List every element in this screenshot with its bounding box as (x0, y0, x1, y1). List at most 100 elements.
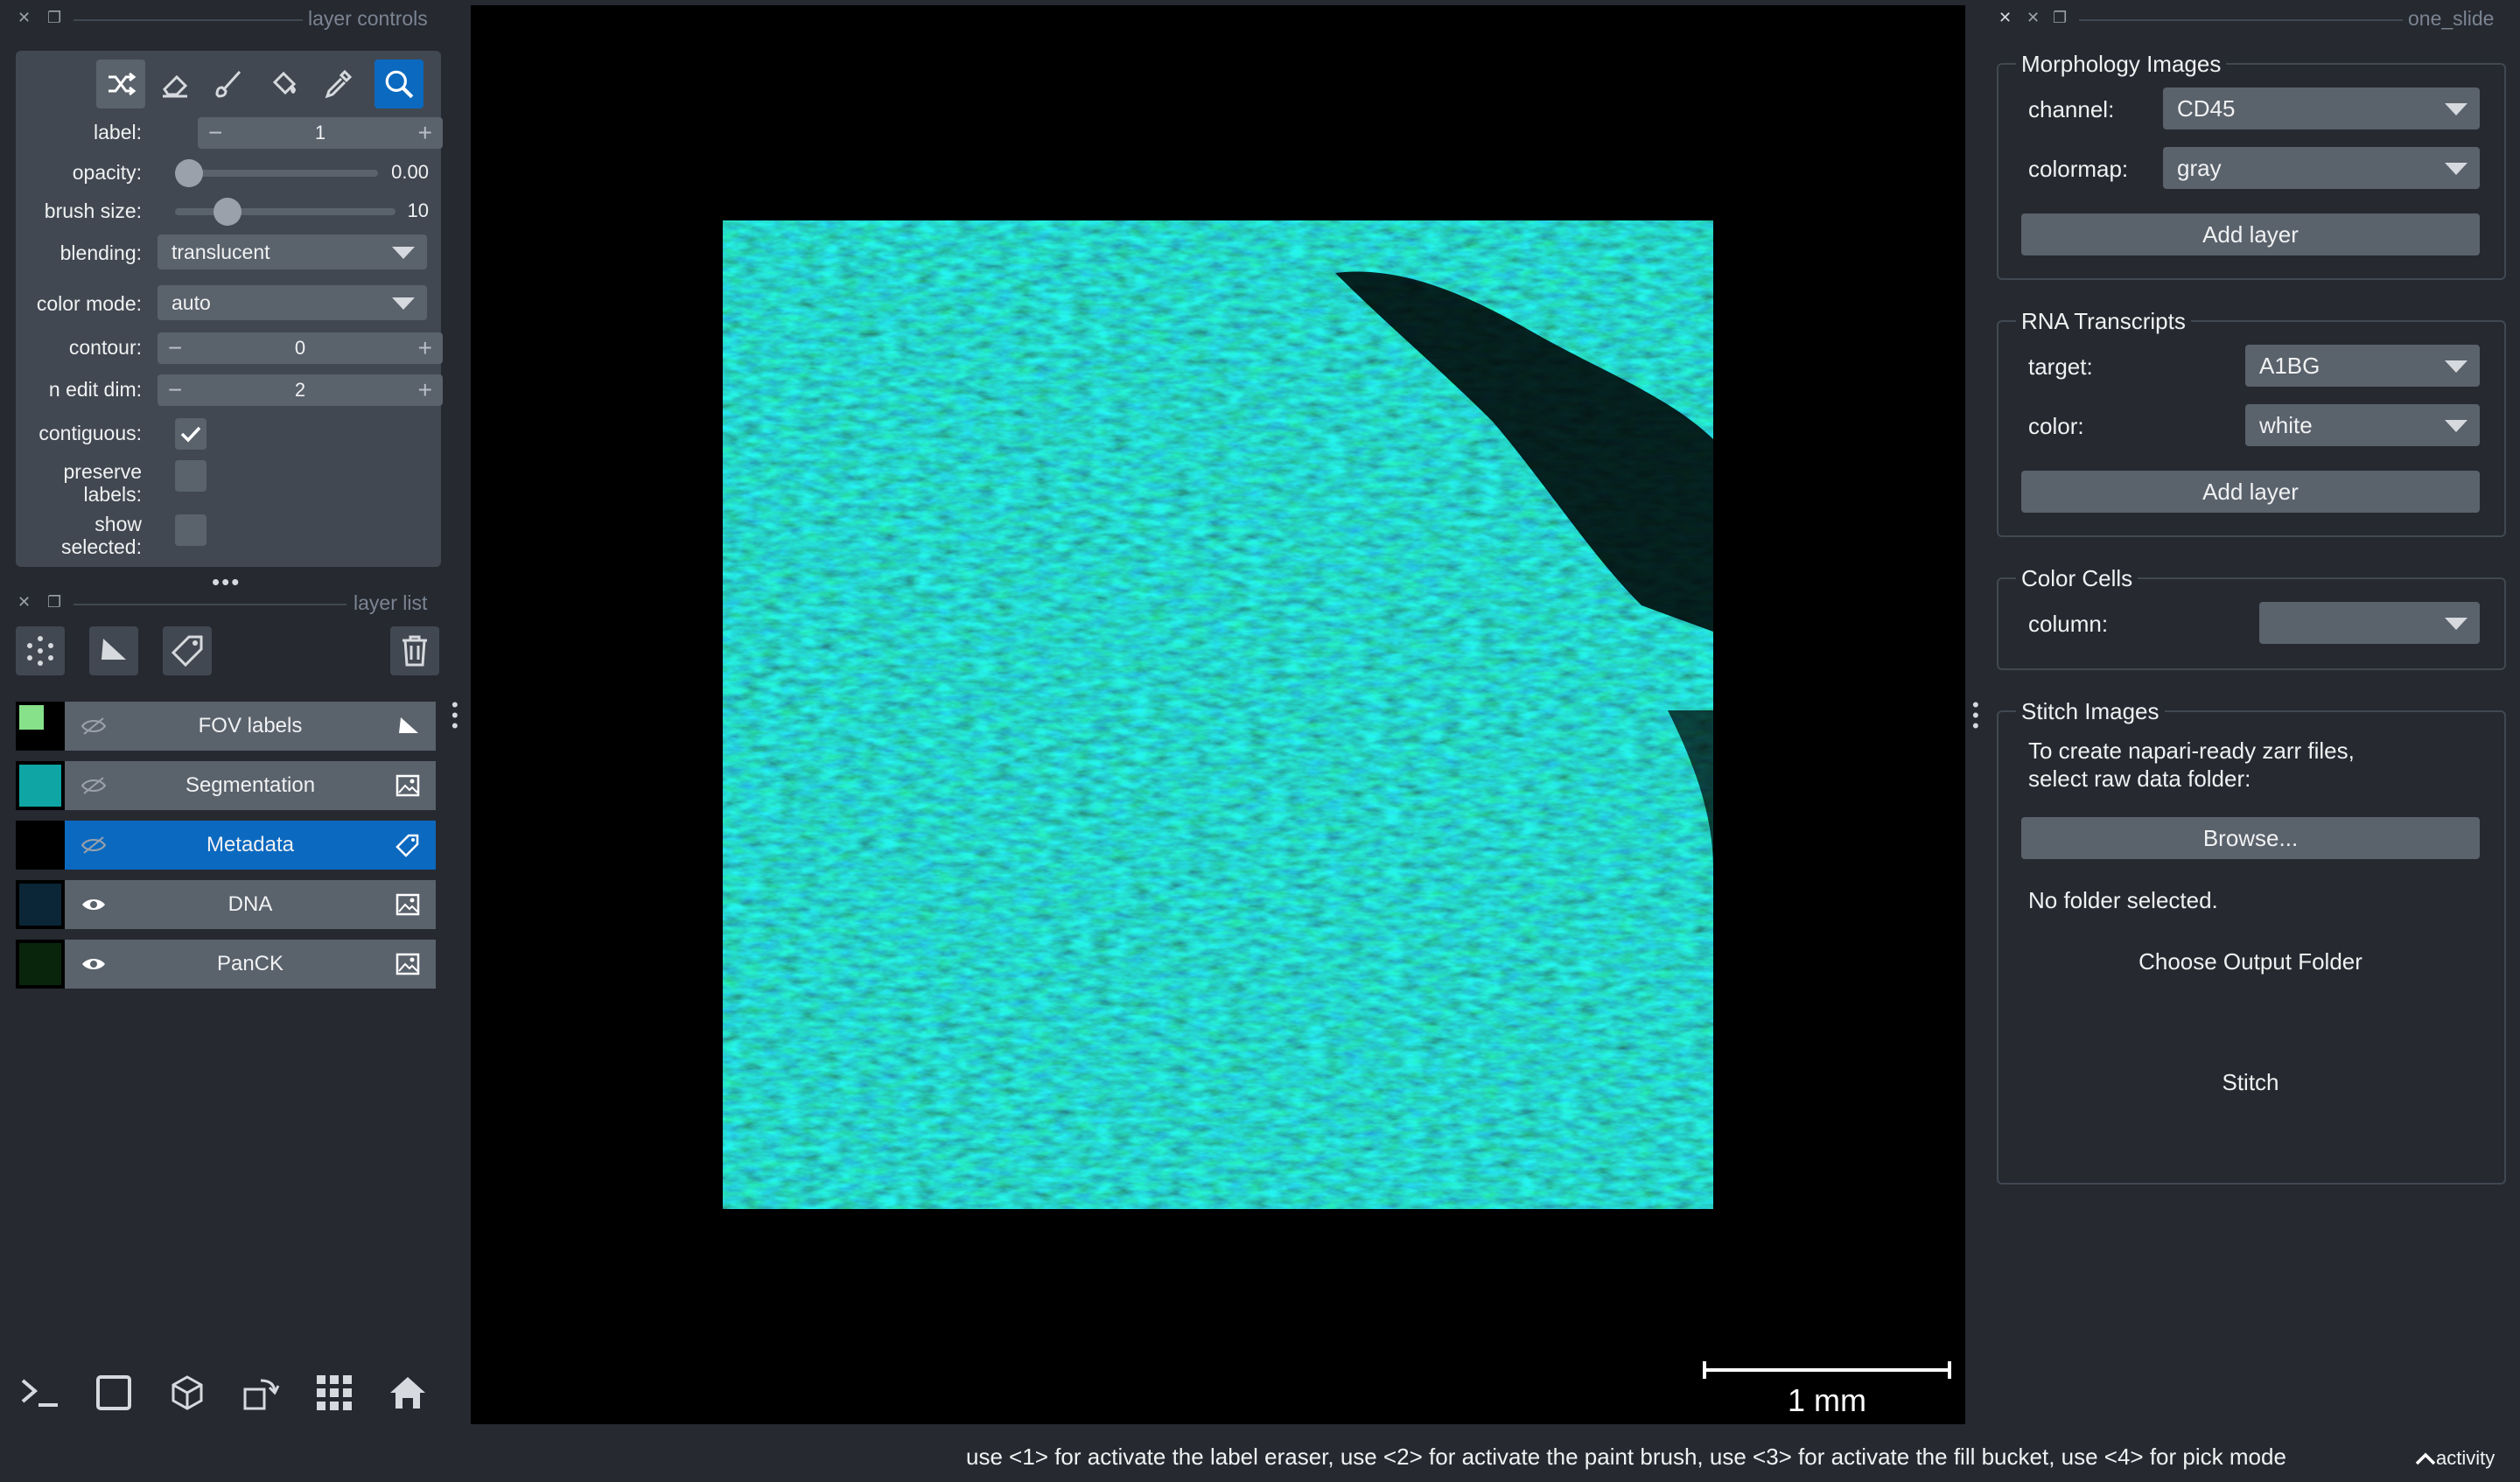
layer-controls-title: layer controls (308, 7, 428, 30)
layer-name[interactable]: DNA (228, 892, 273, 917)
brush-size-slider[interactable] (175, 208, 396, 215)
label-spinbox[interactable]: − 1 + (198, 117, 443, 149)
show-selected-checkbox[interactable] (175, 514, 206, 546)
chevron-down-icon (2445, 618, 2468, 630)
channel-dropdown[interactable]: CD45 (2163, 87, 2480, 129)
eye-closed-icon[interactable] (80, 821, 107, 870)
close-dock-icon[interactable]: ✕ (18, 9, 31, 27)
home-button[interactable] (380, 1365, 436, 1421)
home-icon (390, 1377, 425, 1409)
browse-button[interactable]: Browse... (2021, 817, 2480, 859)
opacity-slider-handle[interactable] (175, 159, 203, 187)
target-dropdown[interactable]: A1BG (2245, 345, 2480, 387)
roll-dims-button[interactable] (233, 1365, 289, 1421)
layer-name[interactable]: FOV labels (199, 714, 303, 738)
decrement-icon[interactable]: − (168, 332, 182, 364)
blending-dropdown[interactable]: translucent (158, 234, 427, 269)
layer-row-segmentation[interactable]: Segmentation (16, 761, 436, 810)
increment-icon[interactable]: + (418, 374, 432, 406)
dock-splitter-icon[interactable]: • • • (1972, 696, 1979, 736)
blending-value: translucent (172, 240, 270, 263)
layer-thumbnail (16, 702, 65, 751)
layer-thumbnail-swatch (19, 943, 61, 985)
color-picker-tool-button[interactable] (313, 59, 362, 108)
decrement-icon[interactable]: − (208, 117, 222, 149)
3d-view-button[interactable] (159, 1365, 215, 1421)
layer-name[interactable]: PanCK (217, 952, 284, 976)
float-dock-icon[interactable]: ❐ (47, 9, 61, 27)
chevron-down-icon (2445, 103, 2468, 115)
grid-view-button[interactable] (306, 1365, 362, 1421)
one-slide-title: one_slide (2408, 7, 2495, 30)
preserve-labels-checkbox[interactable] (175, 460, 206, 492)
contour-spinbox[interactable]: − 0 + (158, 332, 443, 364)
splitter-handle-icon[interactable]: ••• (212, 569, 241, 596)
target-label: target: (2028, 353, 2093, 380)
eraser-tool-button[interactable] (150, 59, 200, 108)
close-dock-icon[interactable]: ✕ (1998, 9, 2012, 27)
delete-layer-button[interactable] (390, 626, 439, 675)
layer-row-dna[interactable]: DNA (16, 880, 436, 929)
toggle-ndisplay-button[interactable] (86, 1365, 142, 1421)
layer-row-body[interactable]: Metadata (65, 821, 436, 870)
paint-brush-tool-button[interactable] (205, 59, 254, 108)
contiguous-label: contiguous: (38, 422, 142, 444)
color-dropdown[interactable]: white (2245, 404, 2480, 446)
layer-row-body[interactable]: PanCK (65, 940, 436, 989)
brush-size-label: brush size: (44, 199, 142, 222)
column-label: column: (2028, 611, 2109, 637)
eye-icon[interactable] (80, 880, 107, 929)
color-mode-dropdown[interactable]: auto (158, 285, 427, 320)
contour-label: contour: (68, 336, 142, 359)
contiguous-checkbox[interactable] (175, 418, 206, 450)
activity-button[interactable]: activity (2415, 1447, 2495, 1470)
n-edit-dim-spinbox[interactable]: − 2 + (158, 374, 443, 406)
zoom-tool-button[interactable] (374, 59, 424, 108)
dock-splitter-icon[interactable]: • • • (452, 696, 458, 736)
paint-brush-icon (215, 70, 242, 98)
brush-size-slider-handle[interactable] (214, 198, 242, 226)
layer-row-body[interactable]: FOV labels (65, 702, 436, 751)
layer-row-body[interactable]: DNA (65, 880, 436, 929)
points-icon (27, 636, 53, 666)
increment-icon[interactable]: + (418, 332, 432, 364)
decrement-icon[interactable]: − (168, 374, 182, 406)
scale-bar-label: 1 mm (1788, 1382, 1866, 1418)
tag-icon (396, 821, 420, 870)
show-selected-label: show selected: (16, 513, 142, 558)
column-dropdown[interactable] (2259, 602, 2480, 644)
eye-closed-icon[interactable] (80, 702, 107, 751)
layer-row-metadata[interactable]: Metadata (16, 821, 436, 870)
add-morphology-layer-button[interactable]: Add layer (2021, 213, 2480, 255)
new-points-layer-button[interactable] (16, 626, 65, 675)
close-dock-icon[interactable]: ✕ (18, 593, 31, 612)
fill-bucket-tool-button[interactable] (259, 59, 308, 108)
zoom-icon (385, 70, 414, 99)
console-button[interactable] (12, 1365, 68, 1421)
colormap-dropdown[interactable]: gray (2163, 147, 2480, 189)
new-labels-layer-button[interactable] (163, 626, 212, 675)
color-label: color: (2028, 413, 2084, 439)
layer-row-fov-labels[interactable]: FOV labels (16, 702, 436, 751)
viewer-canvas[interactable]: 1 mm (471, 5, 1965, 1424)
hide-title-icon[interactable]: ✕ (2026, 9, 2040, 27)
layer-row-panck[interactable]: PanCK (16, 940, 436, 989)
float-dock-icon[interactable]: ❐ (47, 593, 61, 612)
add-rna-layer-button[interactable]: Add layer (2021, 471, 2480, 513)
layer-name[interactable]: Segmentation (186, 773, 315, 798)
layer-row-body[interactable]: Segmentation (65, 761, 436, 810)
eye-closed-icon[interactable] (80, 761, 107, 810)
stitch-button[interactable]: Stitch (2021, 1069, 2480, 1096)
new-shapes-layer-button[interactable] (89, 626, 138, 675)
chevron-down-icon (2445, 163, 2468, 175)
colormap-label: colormap: (2028, 156, 2129, 182)
opacity-slider[interactable] (175, 170, 378, 177)
n-edit-dim-label: n edit dim: (48, 378, 142, 401)
eye-icon[interactable] (80, 940, 107, 989)
roll-icon (243, 1379, 280, 1410)
increment-icon[interactable]: + (418, 117, 432, 149)
float-dock-icon[interactable]: ❐ (2053, 9, 2067, 27)
shuffle-colors-button[interactable] (96, 59, 145, 108)
choose-output-folder-button[interactable]: Choose Output Folder (2021, 948, 2480, 975)
layer-name[interactable]: Metadata (206, 833, 294, 857)
